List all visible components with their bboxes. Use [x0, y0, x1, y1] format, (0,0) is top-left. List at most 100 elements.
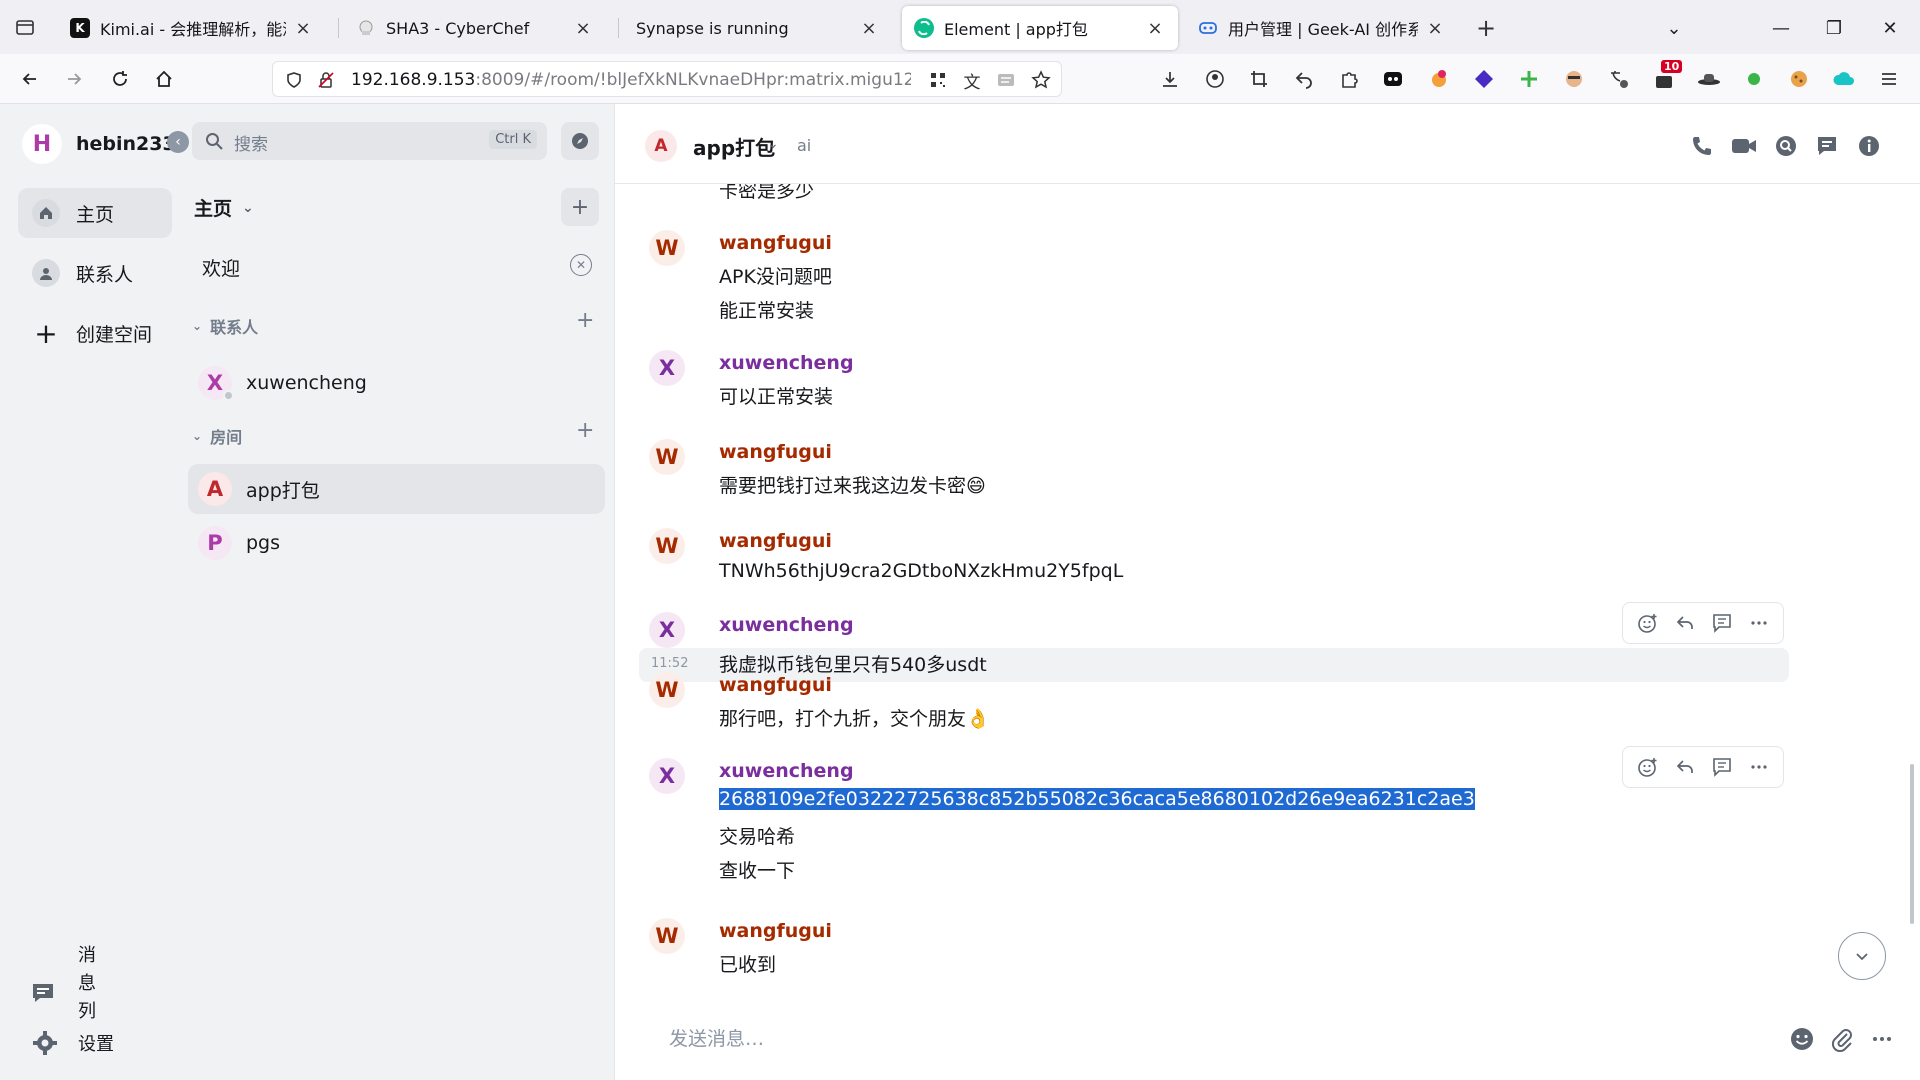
thread-reply-icon[interactable]	[1708, 609, 1736, 637]
extension-dark-icon[interactable]	[1380, 66, 1406, 92]
add-room-button[interactable]: +	[561, 188, 599, 226]
room-item-pgs[interactable]: P pgs	[188, 518, 605, 568]
add-contact-button[interactable]: +	[576, 308, 594, 333]
close-tab-icon[interactable]: ×	[1424, 17, 1446, 39]
voice-call-icon[interactable]	[1688, 132, 1716, 160]
message-input[interactable]: 发送消息…	[669, 1024, 764, 1051]
avatar[interactable]: X	[649, 612, 685, 648]
sender-name[interactable]: xuwencheng	[719, 352, 854, 374]
sender-name[interactable]: xuwencheng	[719, 614, 854, 636]
close-tab-icon[interactable]: ×	[1144, 17, 1166, 39]
sender-name[interactable]: wangfugui	[719, 674, 832, 696]
dismiss-welcome-icon[interactable]: ✕	[570, 254, 592, 276]
reader-view-icon[interactable]	[995, 69, 1017, 91]
tab-list-icon[interactable]	[10, 12, 40, 42]
back-arrow-icon[interactable]	[14, 63, 46, 95]
sender-name[interactable]: wangfugui	[719, 441, 832, 463]
space-item-people[interactable]: 联系人	[18, 248, 172, 298]
browser-tab-geekai[interactable]: 用户管理 | Geek-AI 创作系统 ×	[1186, 6, 1458, 50]
room-item-app[interactable]: A app打包	[188, 464, 605, 514]
emoji-picker-icon[interactable]	[1787, 1024, 1817, 1054]
video-call-icon[interactable]	[1730, 132, 1758, 160]
avatar[interactable]: X	[649, 758, 685, 794]
browser-tab-kimi[interactable]: K Kimi.ai - 会推理解析，能深度思 ×	[58, 6, 326, 50]
extension-badge-icon[interactable]: 10	[1651, 60, 1683, 92]
timeline-scrollbar[interactable]	[1910, 764, 1914, 924]
browser-tab-cyberchef[interactable]: SHA3 - CyberChef ×	[344, 6, 606, 50]
avatar[interactable]: W	[649, 918, 685, 954]
settings-button[interactable]: 设置	[30, 1028, 114, 1058]
section-header-people[interactable]: ⌄ 联系人	[192, 314, 258, 338]
threads-icon[interactable]	[1813, 132, 1841, 160]
insecure-lock-icon[interactable]	[315, 69, 337, 91]
room-topic[interactable]: ai	[797, 136, 811, 155]
avatar[interactable]: W	[649, 230, 685, 266]
restore-window-button[interactable]: ❐	[1820, 14, 1848, 42]
new-tab-button[interactable]: +	[1472, 14, 1500, 42]
sender-name[interactable]: wangfugui	[719, 920, 832, 942]
close-tab-icon[interactable]: ×	[292, 17, 314, 39]
undo-arrow-icon[interactable]	[1291, 66, 1317, 92]
crop-screenshot-icon[interactable]	[1246, 66, 1272, 92]
url-text[interactable]: 192.168.9.153:8009/#/room/!blJefXkNLKvna…	[351, 70, 911, 90]
attachment-paperclip-icon[interactable]	[1827, 1024, 1857, 1054]
account-icon[interactable]	[1202, 66, 1228, 92]
reload-icon[interactable]	[104, 63, 136, 95]
create-space-button[interactable]: + 创建空间	[18, 308, 172, 358]
room-title[interactable]: app打包	[693, 132, 775, 161]
extension-hat-icon[interactable]	[1696, 66, 1722, 92]
welcome-label[interactable]: 欢迎	[202, 254, 240, 281]
avatar[interactable]: W	[649, 528, 685, 564]
room-search-icon[interactable]	[1772, 132, 1800, 160]
extensions-puzzle-icon[interactable]	[1336, 66, 1362, 92]
extension-translate-icon[interactable]	[1606, 66, 1632, 92]
space-item-home[interactable]: 主页	[18, 188, 172, 238]
threads-activity-button[interactable]: 消 息 列	[30, 942, 96, 1026]
user-menu[interactable]: H hebin233	[22, 124, 176, 164]
url-bar[interactable]: 192.168.9.153:8009/#/room/!blJefXkNLKvna…	[272, 61, 1062, 97]
extension-fox-icon[interactable]	[1426, 66, 1452, 92]
forward-arrow-icon[interactable]	[58, 63, 90, 95]
tab-overflow-chevron-icon[interactable]: ⌄	[1660, 14, 1688, 42]
user-avatar[interactable]: H	[22, 124, 62, 164]
sender-name[interactable]: wangfugui	[719, 530, 832, 552]
extension-cookie-icon[interactable]	[1786, 66, 1812, 92]
reply-icon[interactable]	[1671, 753, 1699, 781]
minimize-window-button[interactable]: —	[1767, 14, 1795, 42]
sender-name[interactable]: xuwencheng	[719, 760, 854, 782]
extension-diamond-icon[interactable]	[1471, 66, 1497, 92]
hamburger-menu-icon[interactable]	[1876, 66, 1902, 92]
download-icon[interactable]	[1157, 66, 1183, 92]
room-avatar[interactable]: A	[645, 130, 677, 162]
home-icon[interactable]	[148, 63, 180, 95]
add-room-section-button[interactable]: +	[576, 418, 594, 443]
extension-green-dot-icon[interactable]	[1741, 66, 1767, 92]
browser-tab-element[interactable]: Element | app打包 ×	[902, 6, 1178, 50]
avatar[interactable]: X	[649, 350, 685, 386]
react-emoji-icon[interactable]	[1634, 753, 1662, 781]
more-options-icon[interactable]	[1867, 1024, 1897, 1054]
reply-icon[interactable]	[1671, 609, 1699, 637]
close-tab-icon[interactable]: ×	[858, 17, 880, 39]
avatar[interactable]: W	[649, 672, 685, 708]
sender-name[interactable]: wangfugui	[719, 232, 832, 254]
explore-rooms-button[interactable]	[561, 122, 599, 160]
extension-avatar-icon[interactable]	[1561, 66, 1587, 92]
extension-green-plus-icon[interactable]	[1516, 66, 1542, 92]
translate-icon[interactable]: 文	[961, 69, 983, 93]
close-window-button[interactable]: ✕	[1876, 14, 1904, 42]
user-name[interactable]: hebin233	[76, 133, 176, 155]
thread-reply-icon[interactable]	[1708, 753, 1736, 781]
search-input[interactable]: 搜索 Ctrl K	[192, 122, 547, 160]
home-header[interactable]: 主页 ⌄	[194, 194, 254, 221]
bookmark-star-icon[interactable]	[1030, 69, 1052, 91]
jump-to-bottom-button[interactable]	[1838, 932, 1886, 980]
react-emoji-icon[interactable]	[1634, 609, 1662, 637]
more-options-icon[interactable]	[1745, 609, 1773, 637]
close-tab-icon[interactable]: ×	[572, 17, 594, 39]
qr-code-icon[interactable]	[927, 69, 949, 91]
room-info-icon[interactable]	[1855, 132, 1883, 160]
shield-icon[interactable]	[283, 69, 305, 91]
collapse-panel-chevron-icon[interactable]: ‹	[167, 131, 189, 153]
section-header-rooms[interactable]: ⌄ 房间	[192, 424, 242, 448]
